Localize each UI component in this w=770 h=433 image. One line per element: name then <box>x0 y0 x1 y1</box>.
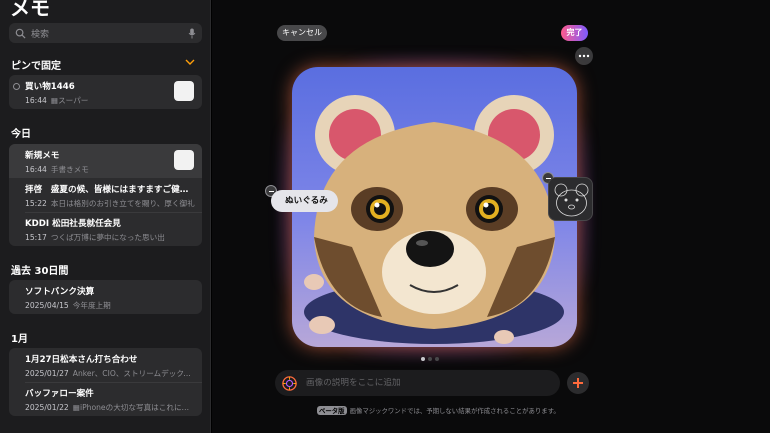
source-sketch-thumbnail[interactable] <box>548 177 593 221</box>
list-item[interactable]: 買い物1446 16:44 ▦スーパー <box>9 75 202 109</box>
sidebar-title: メモ <box>10 0 50 20</box>
sketch-bear-icon <box>554 183 589 217</box>
list-item[interactable]: 新規メモ 16:44 手書きメモ <box>9 144 202 178</box>
page-dot[interactable] <box>421 357 425 361</box>
ellipsis-icon <box>578 54 590 58</box>
disclaimer-text: 画像マジックワンドでは、予期しない結果が作成されることがあります。 <box>349 407 560 415</box>
note-meta: 15:17 つくば万博に夢中になった思い出 <box>25 233 165 242</box>
prompt-chip[interactable]: ぬいぐるみ <box>271 190 338 212</box>
section-last30: 過去 30日間 <box>11 266 69 277</box>
note-meta: 16:44 手書きメモ <box>25 165 89 174</box>
section-pinned: ピンで固定 <box>11 61 61 72</box>
section-today: 今日 <box>11 129 31 140</box>
list-item[interactable]: 1月27日松本さん打ち合わせ 2025/01/27 Anker、CIO、ストリーム… <box>9 348 202 382</box>
add-button[interactable] <box>567 372 589 394</box>
disclaimer: ベータ版 画像マジックワンドでは、予期しない結果が作成されることがあります。 <box>317 406 560 415</box>
shared-icon <box>13 83 20 90</box>
chevron-down-icon[interactable] <box>185 58 195 66</box>
today-list: 新規メモ 16:44手書きメモ 拝啓 盛夏の候、皆様にはますますご健勝のこととお… <box>9 144 202 246</box>
note-title: 新規メモ <box>25 151 60 161</box>
section-january: 1月 <box>11 334 28 345</box>
search-icon <box>15 28 26 39</box>
microphone-icon[interactable] <box>188 28 196 39</box>
last30-list: ソフトバンク決算 2025/04/15 今年度上期 <box>9 280 202 314</box>
description-input[interactable] <box>306 378 546 388</box>
done-button[interactable]: 完了 <box>561 25 588 41</box>
note-meta: 2025/04/15 今年度上期 <box>25 301 111 310</box>
search-input[interactable]: 検索 <box>31 27 188 40</box>
note-title: KDDI 松田社長就任会見 <box>25 219 121 229</box>
cancel-button[interactable]: キャンセル <box>277 25 327 41</box>
note-thumbnail <box>174 81 194 101</box>
note-title: 買い物1446 <box>25 82 75 92</box>
image-wand-editor: キャンセル 完了 ぬいぐるみ 画像の説明をここに追加 ベータ版 画像マジックワン… <box>212 0 770 433</box>
list-item[interactable]: 拝啓 盛夏の候、皆様にはますますご健勝のこととお喜び申し上げます 15:22本日… <box>9 178 202 212</box>
more-button[interactable] <box>575 47 593 65</box>
note-thumbnail <box>174 150 194 170</box>
note-meta: 2025/01/22 ▦iPhoneの大切な写真はこれに保存 <box>25 403 195 412</box>
note-meta: 16:44 ▦スーパー <box>25 96 89 105</box>
divider <box>25 212 202 213</box>
image-wand-icon <box>282 375 297 391</box>
note-meta: 2025/01/27Anker、CIO、ストリームデック、エレコム <box>25 369 195 378</box>
note-title: 拝啓 盛夏の候、皆様にはますますご健勝のこととお喜び申し上げます <box>25 185 195 195</box>
notes-sidebar: メモ 検索 ピンで固定 買い物1446 16:44 ▦スーパー 今日 新規メモ 1… <box>0 0 211 433</box>
note-meta: 15:22 本日は格別のお引き立てを賜り、厚く御礼 <box>25 199 195 208</box>
note-title: ソフトバンク決算 <box>25 287 95 297</box>
beta-badge: ベータ版 <box>317 406 347 415</box>
list-item[interactable]: バッファロー案件 2025/01/22 ▦iPhoneの大切な写真はこれに保存 <box>9 382 202 416</box>
note-title: バッファロー案件 <box>25 389 94 399</box>
january-list: 1月27日松本さん打ち合わせ 2025/01/27 Anker、CIO、ストリーム… <box>9 348 202 416</box>
pinned-list: 買い物1446 16:44 ▦スーパー <box>9 75 202 109</box>
page-dot[interactable] <box>435 357 439 361</box>
list-item[interactable]: ソフトバンク決算 2025/04/15 今年度上期 <box>9 280 202 314</box>
list-item[interactable]: KDDI 松田社長就任会見 15:17 つくば万博に夢中になった思い出 <box>9 212 202 246</box>
page-dot[interactable] <box>428 357 432 361</box>
page-indicator[interactable] <box>421 357 439 361</box>
search-bar[interactable]: 検索 <box>9 23 202 43</box>
description-field[interactable] <box>275 370 560 396</box>
note-title: 1月27日松本さん打ち合わせ <box>25 355 138 365</box>
